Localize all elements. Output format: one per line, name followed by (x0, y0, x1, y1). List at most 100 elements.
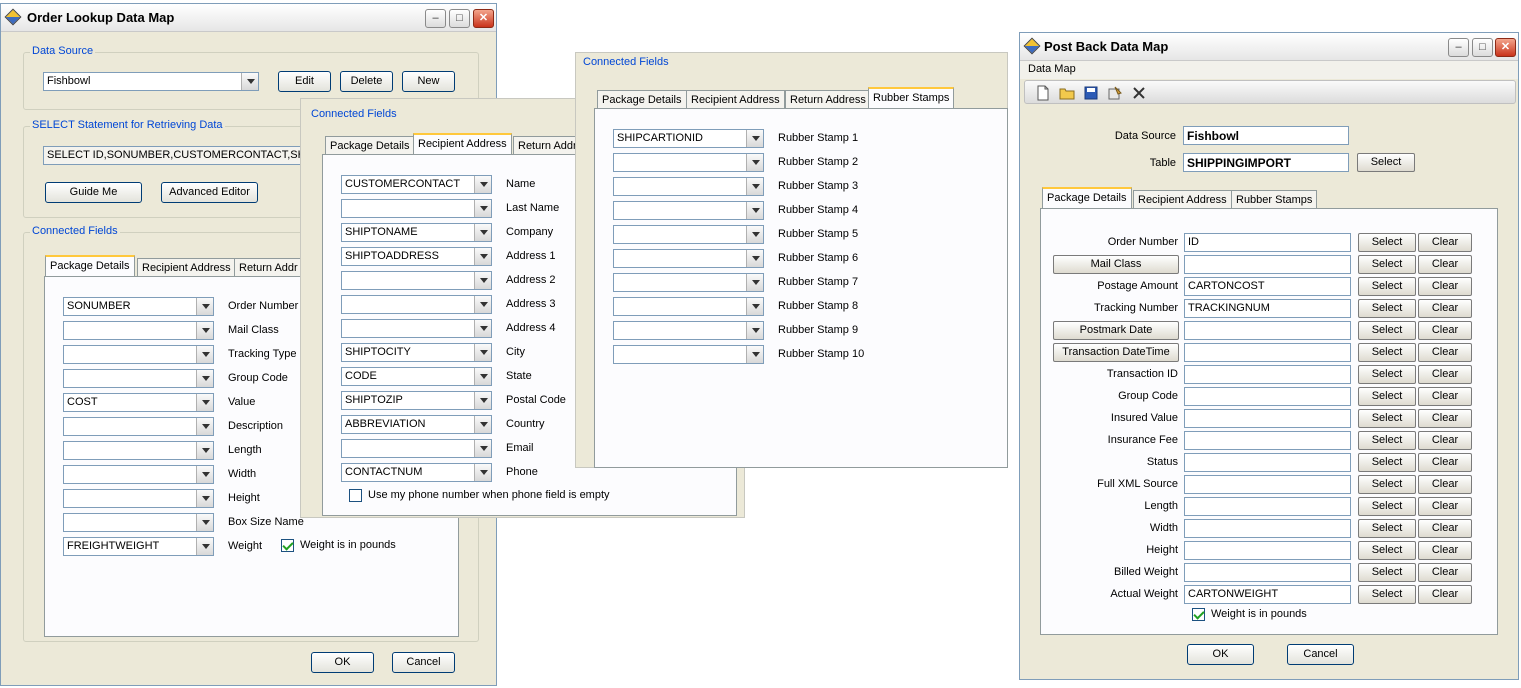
clear-button[interactable]: Clear (1418, 299, 1472, 318)
ok-button[interactable]: OK (1187, 644, 1254, 665)
field-combo[interactable] (63, 417, 214, 436)
select-button[interactable]: Select (1358, 453, 1416, 472)
field-combo[interactable] (341, 271, 492, 290)
cancel-button[interactable]: Cancel (1287, 644, 1354, 665)
chevron-down-icon[interactable] (196, 322, 213, 339)
chevron-down-icon[interactable] (474, 320, 491, 337)
menu-data-map[interactable]: Data Map (1028, 63, 1076, 75)
field-combo[interactable]: SHIPTOCITY (341, 343, 492, 362)
chevron-down-icon[interactable] (474, 368, 491, 385)
field-combo[interactable] (613, 249, 764, 268)
field-combo[interactable]: CODE (341, 367, 492, 386)
field-combo[interactable] (341, 319, 492, 338)
chevron-down-icon[interactable] (474, 200, 491, 217)
select-button[interactable]: Select (1358, 233, 1416, 252)
chevron-down-icon[interactable] (196, 298, 213, 315)
properties-icon[interactable] (1107, 85, 1123, 101)
field-combo[interactable] (63, 513, 214, 532)
weight-pounds-checkbox[interactable] (281, 539, 294, 552)
tab-rubber-stamps[interactable]: Rubber Stamps (868, 87, 955, 108)
tab-package-details[interactable]: Package Details (325, 136, 415, 155)
select-button[interactable]: Select (1358, 321, 1416, 340)
tab-recipient-address[interactable]: Recipient Address (686, 90, 785, 109)
minimize-icon[interactable]: – (1448, 38, 1469, 57)
field-combo[interactable]: CONTACTNUM (341, 463, 492, 482)
close-icon[interactable]: ✕ (1495, 38, 1516, 57)
clear-button[interactable]: Clear (1418, 431, 1472, 450)
clear-button[interactable]: Clear (1418, 475, 1472, 494)
chevron-down-icon[interactable] (474, 344, 491, 361)
field-combo[interactable] (613, 321, 764, 340)
new-file-icon[interactable] (1035, 85, 1051, 101)
field-mapping-button[interactable]: Mail Class (1053, 255, 1179, 274)
field-textbox[interactable] (1184, 409, 1351, 428)
advanced-editor-button[interactable]: Advanced Editor (161, 182, 258, 203)
clear-button[interactable]: Clear (1418, 563, 1472, 582)
field-combo[interactable]: SHIPCARTIONID (613, 129, 764, 148)
field-textbox[interactable]: TRACKINGNUM (1184, 299, 1351, 318)
tab-return-address[interactable]: Return Addr (234, 258, 303, 277)
open-folder-icon[interactable] (1059, 85, 1075, 101)
tab-return-address[interactable]: Return Addr (513, 136, 582, 155)
data-source-field[interactable]: Fishbowl (1183, 126, 1349, 145)
clear-button[interactable]: Clear (1418, 365, 1472, 384)
chevron-down-icon[interactable] (241, 73, 258, 90)
guide-me-button[interactable]: Guide Me (45, 182, 142, 203)
field-textbox[interactable] (1184, 431, 1351, 450)
select-button[interactable]: Select (1358, 255, 1416, 274)
chevron-down-icon[interactable] (474, 392, 491, 409)
chevron-down-icon[interactable] (196, 442, 213, 459)
field-combo[interactable]: FREIGHTWEIGHT (63, 537, 214, 556)
select-button[interactable]: Select (1358, 387, 1416, 406)
field-combo[interactable]: SHIPTOZIP (341, 391, 492, 410)
ok-button[interactable]: OK (311, 652, 374, 673)
field-combo[interactable] (613, 225, 764, 244)
tab-rubber-stamps[interactable]: Rubber Stamps (1231, 190, 1318, 209)
delete-x-icon[interactable] (1131, 85, 1147, 101)
chevron-down-icon[interactable] (196, 490, 213, 507)
field-textbox[interactable] (1184, 563, 1351, 582)
clear-button[interactable]: Clear (1418, 519, 1472, 538)
chevron-down-icon[interactable] (746, 178, 763, 195)
select-button[interactable]: Select (1358, 299, 1416, 318)
field-combo[interactable] (63, 489, 214, 508)
table-field[interactable]: SHIPPINGIMPORT (1183, 153, 1349, 172)
tab-recipient-address[interactable]: Recipient Address (413, 133, 512, 154)
field-combo[interactable] (613, 177, 764, 196)
chevron-down-icon[interactable] (196, 394, 213, 411)
chevron-down-icon[interactable] (746, 154, 763, 171)
field-textbox[interactable] (1184, 321, 1351, 340)
select-button[interactable]: Select (1358, 277, 1416, 296)
field-textbox[interactable] (1184, 387, 1351, 406)
field-textbox[interactable] (1184, 453, 1351, 472)
chevron-down-icon[interactable] (746, 322, 763, 339)
select-button[interactable]: Select (1358, 563, 1416, 582)
select-button[interactable]: Select (1358, 343, 1416, 362)
select-button[interactable]: Select (1358, 519, 1416, 538)
field-combo[interactable] (613, 201, 764, 220)
field-combo[interactable] (63, 345, 214, 364)
clear-button[interactable]: Clear (1418, 343, 1472, 362)
tab-package-details[interactable]: Package Details (45, 255, 135, 276)
field-combo[interactable] (613, 345, 764, 364)
field-combo[interactable] (341, 295, 492, 314)
chevron-down-icon[interactable] (474, 416, 491, 433)
chevron-down-icon[interactable] (474, 224, 491, 241)
field-combo[interactable] (341, 439, 492, 458)
tab-recipient-address[interactable]: Recipient Address (1133, 190, 1232, 209)
chevron-down-icon[interactable] (746, 298, 763, 315)
field-textbox[interactable]: CARTONCOST (1184, 277, 1351, 296)
data-source-combo[interactable]: Fishbowl (43, 72, 259, 91)
chevron-down-icon[interactable] (474, 248, 491, 265)
clear-button[interactable]: Clear (1418, 409, 1472, 428)
clear-button[interactable]: Clear (1418, 277, 1472, 296)
clear-button[interactable]: Clear (1418, 233, 1472, 252)
field-mapping-button[interactable]: Transaction DateTime (1053, 343, 1179, 362)
select-button[interactable]: Select (1358, 365, 1416, 384)
field-textbox[interactable] (1184, 519, 1351, 538)
field-combo[interactable]: ABBREVIATION (341, 415, 492, 434)
tab-recipient-address[interactable]: Recipient Address (137, 258, 236, 277)
field-mapping-button[interactable]: Postmark Date (1053, 321, 1179, 340)
select-button[interactable]: Select (1358, 431, 1416, 450)
chevron-down-icon[interactable] (474, 272, 491, 289)
